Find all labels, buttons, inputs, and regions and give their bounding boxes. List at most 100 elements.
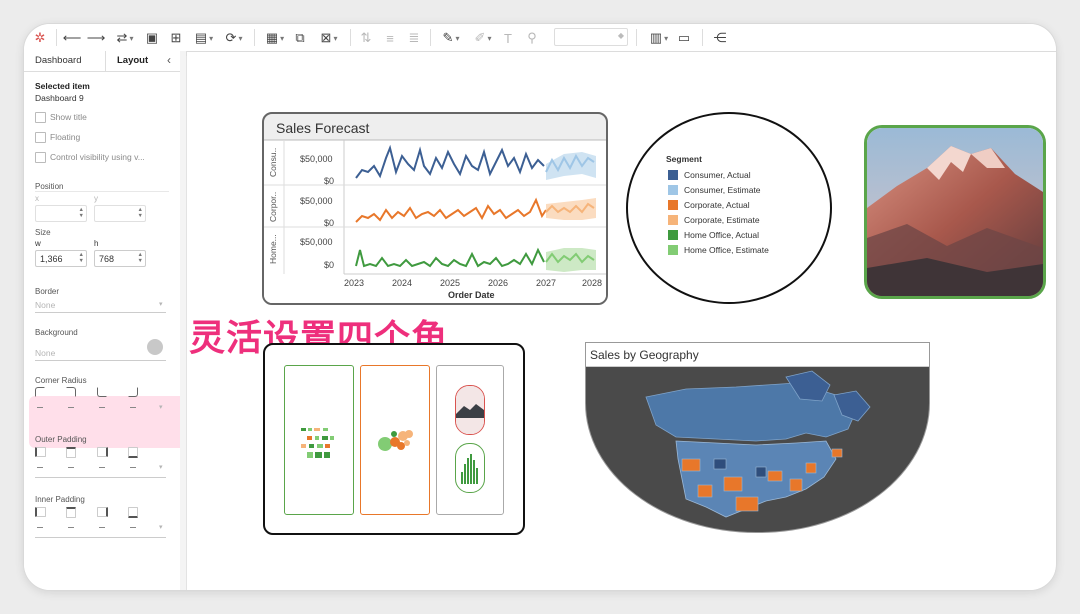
selected-item-label: Selected item bbox=[35, 81, 90, 91]
geo-map-graphic bbox=[645, 370, 871, 518]
height-input[interactable]: 768 ▲ ▼ bbox=[94, 250, 146, 267]
background-value[interactable]: None bbox=[35, 348, 55, 358]
border-value[interactable]: None bbox=[35, 300, 55, 310]
y-position-input[interactable]: ▲ ▼ bbox=[94, 205, 146, 222]
layout-panel: Dashboard Layout ‹ Selected item Dashboa… bbox=[24, 51, 186, 590]
new-worksheet-icon[interactable]: ▦ ▾ bbox=[262, 29, 288, 47]
mountain-image[interactable] bbox=[864, 125, 1046, 299]
legend-item[interactable]: Consumer, Actual bbox=[668, 170, 751, 180]
control-visibility-checkbox[interactable] bbox=[35, 152, 46, 163]
show-cards-icon[interactable]: ▥ ▾ bbox=[646, 29, 672, 47]
outer-padding-top-icon[interactable] bbox=[66, 447, 76, 458]
collapse-panel-icon[interactable]: ‹ bbox=[167, 53, 171, 67]
new-data-source-icon[interactable]: ⊞ bbox=[168, 29, 184, 47]
show-labels-icon[interactable]: T bbox=[500, 29, 516, 47]
corner-top-left-icon[interactable] bbox=[35, 387, 45, 397]
tab-layout[interactable]: Layout bbox=[117, 55, 148, 66]
mountain-thumbnail-icon bbox=[456, 386, 484, 434]
sales-forecast-sheet[interactable]: Sales Forecast Consu.. Corpor.. Home... … bbox=[262, 112, 608, 305]
legend-label: Consumer, Estimate bbox=[684, 185, 761, 195]
swap-icon[interactable]: ⇅ bbox=[358, 29, 374, 47]
highlight-icon[interactable]: ✎ ▾ bbox=[438, 29, 464, 47]
bubble-card[interactable] bbox=[360, 365, 430, 515]
border-dropdown-icon[interactable]: ▾ bbox=[159, 300, 163, 308]
sort-ascending-icon[interactable]: ≡ bbox=[382, 29, 398, 47]
duplicate-sheet-icon[interactable]: ⧉ bbox=[292, 29, 308, 47]
ytick-home-0: $0 bbox=[324, 260, 335, 270]
fit-dropdown[interactable]: ◆ bbox=[554, 28, 628, 46]
inner-padding-bottom-icon[interactable] bbox=[128, 507, 138, 518]
size-label: Size bbox=[35, 228, 51, 237]
legend-swatch bbox=[668, 245, 678, 255]
inner-padding-right-icon[interactable] bbox=[97, 507, 108, 517]
clear-sheet-icon[interactable]: ⊠ ▾ bbox=[316, 29, 342, 47]
floating-label: Floating bbox=[50, 132, 81, 142]
xtick-2023: 2023 bbox=[344, 278, 365, 288]
refresh-icon[interactable]: ⟳ ▾ bbox=[222, 29, 246, 47]
legend-title: Segment bbox=[666, 154, 702, 164]
x-position-input[interactable]: ▲ ▼ bbox=[35, 205, 87, 222]
legend-swatch bbox=[668, 170, 678, 180]
xtick-2024: 2024 bbox=[392, 278, 413, 288]
legend-item[interactable]: Corporate, Estimate bbox=[668, 215, 760, 225]
tab-dashboard[interactable]: Dashboard bbox=[35, 55, 81, 66]
corner-bottom-right-icon[interactable] bbox=[128, 387, 138, 397]
save-icon[interactable]: ▣ bbox=[144, 29, 160, 47]
corner-bottom-left-icon[interactable] bbox=[97, 387, 107, 397]
legend-swatch bbox=[668, 200, 678, 210]
legend-item[interactable]: Consumer, Estimate bbox=[668, 185, 761, 195]
presentation-mode-icon[interactable]: ▭ bbox=[676, 29, 692, 47]
image-links-card[interactable] bbox=[436, 365, 504, 515]
legend-label: Consumer, Actual bbox=[684, 170, 751, 180]
legend-label: Home Office, Actual bbox=[684, 230, 759, 240]
show-title-checkbox[interactable] bbox=[35, 112, 46, 123]
histogram-thumbnail-pill[interactable] bbox=[455, 443, 485, 493]
app-window: ✲ ⟵ ⟶ ⇄ ▾ ▣ ⊞ ▤ ▾ ⟳ ▾ ▦ ▾ ⧉ ⊠ ▾ ⇅ ≡ ≣ ✎ ▾ ✐ ▾ T… bbox=[24, 24, 1056, 590]
replace-data-icon[interactable]: ⇄ ▾ bbox=[112, 29, 138, 47]
width-input[interactable]: 1,366 ▲ ▼ bbox=[35, 250, 87, 267]
row-label-consumer: Consu.. bbox=[268, 147, 278, 177]
ytick-home-50000: $50,000 bbox=[300, 237, 333, 247]
background-color-swatch[interactable] bbox=[147, 339, 163, 355]
heatmap-card[interactable] bbox=[284, 365, 354, 515]
inner-padding-top-icon[interactable] bbox=[66, 507, 76, 518]
legend-item[interactable]: Home Office, Estimate bbox=[668, 245, 769, 255]
bubble-thumbnail bbox=[378, 430, 413, 451]
xtick-2027: 2027 bbox=[536, 278, 557, 288]
background-label: Background bbox=[35, 328, 78, 337]
legend-item[interactable]: Corporate, Actual bbox=[668, 200, 750, 210]
position-label: Position bbox=[35, 182, 64, 191]
segment-legend[interactable]: Segment Consumer, Actual Consumer, Estim… bbox=[626, 112, 832, 304]
inner-padding-left-icon[interactable] bbox=[35, 507, 46, 517]
xtick-2025: 2025 bbox=[440, 278, 461, 288]
heatmap-thumbnail bbox=[301, 428, 334, 458]
height-value: 768 bbox=[99, 254, 115, 264]
tableau-logo-icon[interactable]: ✲ bbox=[32, 29, 48, 47]
sales-by-geography-map[interactable]: Sales by Geography bbox=[585, 342, 930, 533]
corner-top-right-icon[interactable] bbox=[66, 387, 76, 397]
legend-label: Home Office, Estimate bbox=[684, 245, 769, 255]
nav-container[interactable] bbox=[263, 343, 525, 535]
fix-axes-icon[interactable]: ⚲ bbox=[524, 29, 540, 47]
redo-icon[interactable]: ⟶ bbox=[87, 29, 106, 47]
selected-item-value: Dashboard 9 bbox=[35, 93, 84, 103]
ytick-consumer-50000: $50,000 bbox=[300, 154, 333, 164]
forecast-chart bbox=[264, 139, 606, 303]
mountain-thumbnail-pill[interactable] bbox=[455, 385, 485, 435]
sort-descending-icon[interactable]: ≣ bbox=[406, 29, 422, 47]
share-icon[interactable]: ⋲ bbox=[712, 29, 728, 47]
width-value: 1,366 bbox=[40, 254, 63, 264]
control-visibility-label: Control visibility using v... bbox=[50, 152, 145, 162]
legend-swatch bbox=[668, 230, 678, 240]
group-icon[interactable]: ✐ ▾ bbox=[470, 29, 496, 47]
pause-updates-icon[interactable]: ▤ ▾ bbox=[192, 29, 216, 47]
undo-icon[interactable]: ⟵ bbox=[63, 29, 82, 47]
outer-padding-left-icon[interactable] bbox=[35, 447, 46, 457]
outer-padding-label: Outer Padding bbox=[35, 435, 87, 444]
show-title-label: Show title bbox=[50, 112, 87, 122]
outer-padding-right-icon[interactable] bbox=[97, 447, 108, 457]
outer-padding-bottom-icon[interactable] bbox=[128, 447, 138, 458]
floating-checkbox[interactable] bbox=[35, 132, 46, 143]
legend-item[interactable]: Home Office, Actual bbox=[668, 230, 759, 240]
legend-label: Corporate, Estimate bbox=[684, 215, 760, 225]
